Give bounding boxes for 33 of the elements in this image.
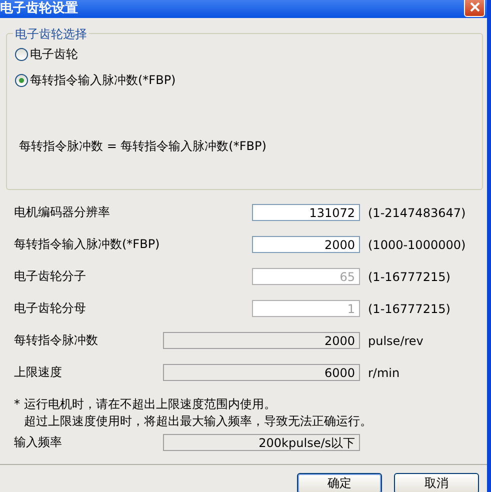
radio-label[interactable]: 电子齿轮 [30, 46, 78, 62]
note-text: * 运行电机时，请在不超出上限速度范围内使用。 [14, 396, 277, 413]
input-field: 65 [252, 268, 360, 285]
readonly-field: 6000 [163, 364, 360, 381]
formula-text: 每转指令脉冲数 = 每转指令输入脉冲数(*FBP) [19, 138, 268, 155]
field-label: 上限速度 [14, 364, 63, 381]
ok-button[interactable]: 确定 [297, 473, 382, 492]
window-title: 电子齿轮设置 [0, 1, 78, 18]
range-label: (1-16777215) [368, 270, 450, 284]
radio-button[interactable] [15, 48, 28, 60]
range-label: (1-2147483647) [368, 206, 466, 220]
cancel-button[interactable]: 取消 [394, 473, 479, 492]
field-label: 输入频率 [14, 434, 63, 451]
input-field: 1 [252, 300, 360, 317]
close-icon [468, 1, 480, 13]
range-label: (1000-1000000) [368, 238, 466, 252]
unit-label: pulse/rev [368, 334, 424, 348]
range-label: (1-16777215) [368, 302, 450, 316]
field-label: 电子齿轮分母 [14, 300, 87, 317]
readonly-field: 200kpulse/s以下 [163, 434, 360, 451]
readonly-field: 2000 [163, 332, 360, 349]
field-label: 电子齿轮分子 [14, 268, 87, 285]
unit-label: r/min [368, 366, 400, 380]
input-field[interactable]: 2000 [252, 236, 360, 253]
field-label: 每转指令脉冲数 [14, 332, 99, 349]
close-button[interactable] [464, 0, 485, 17]
note-text: 超过上限速度使用时，将超出最大输入频率，导致无法正确运行。 [23, 413, 373, 430]
input-field[interactable]: 131072 [252, 204, 360, 221]
field-label: 电机编码器分辨率 [14, 204, 111, 221]
radio-label[interactable]: 每转指令输入脉冲数(*FBP) [30, 72, 176, 88]
group-legend: 电子齿轮选择 [13, 26, 89, 43]
radio-button[interactable] [15, 74, 28, 86]
field-label: 每转指令输入脉冲数(*FBP) [14, 236, 161, 253]
